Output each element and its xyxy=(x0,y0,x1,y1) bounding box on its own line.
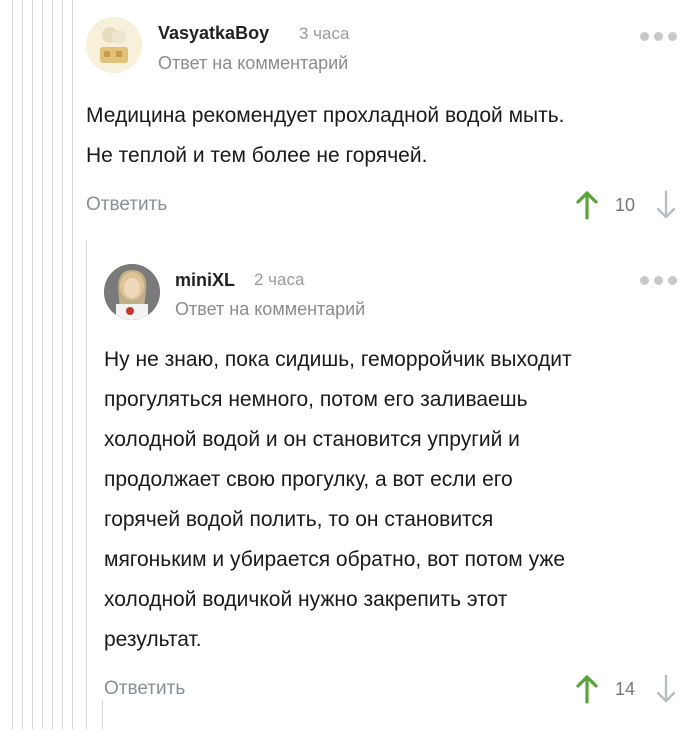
timestamp: 3 часа xyxy=(299,24,350,43)
comment-text: Медицина рекомендует прохладной водой мы… xyxy=(86,96,686,176)
downvote-arrow-icon[interactable] xyxy=(655,674,677,704)
reply-to-prefix: Ответ на xyxy=(175,299,250,319)
comment-text-line: продолжает свою прогулку, а вот если его xyxy=(104,468,513,491)
username[interactable]: miniXL xyxy=(175,270,235,291)
comment-text-line: Медицина рекомендует прохладной водой мы… xyxy=(86,104,565,127)
comment-text-line: прогуляться немного, потом его заливаешь xyxy=(104,388,528,411)
reply-to-prefix: Ответ на xyxy=(158,53,233,73)
timestamp: 2 часа xyxy=(254,270,305,289)
comment-text-line: Не теплой и тем более не горячей. xyxy=(86,144,428,167)
reply-to-link[interactable]: комментарий xyxy=(237,53,348,73)
comment-text: Ну не знаю, пока сидишь, геморройчик вых… xyxy=(104,340,689,660)
username[interactable]: VasyatkaBoy xyxy=(158,23,269,44)
comment-text-line: Ну не знаю, пока сидишь, геморройчик вых… xyxy=(104,348,572,371)
comment-text-line: горячей водой полить, то он становится xyxy=(104,508,494,531)
upvote-arrow-icon[interactable] xyxy=(576,674,598,704)
more-icon[interactable] xyxy=(640,274,680,286)
comment: miniXL 2 часа Ответ на комментарий Ну не… xyxy=(0,240,700,720)
reply-to-link[interactable]: комментарий xyxy=(254,299,365,319)
comment-text-line: холодной водой и он становится упругий и xyxy=(104,428,520,451)
avatar[interactable] xyxy=(104,264,160,320)
avatar-image xyxy=(104,264,160,320)
more-icon[interactable] xyxy=(640,30,680,42)
comment-text-line: результат. xyxy=(104,628,202,651)
reply-to: Ответ на комментарий xyxy=(158,53,348,74)
comment-text-line: мягоньким и убирается обратно, вот потом… xyxy=(104,548,566,571)
avatar[interactable] xyxy=(86,17,142,73)
score: 14 xyxy=(615,679,636,699)
upvote-arrow-icon[interactable] xyxy=(576,190,598,220)
reply-to: Ответ на комментарий xyxy=(175,299,365,320)
score: 10 xyxy=(615,195,636,215)
comment-text-line: холодной водичкой нужно закрепить этот xyxy=(104,588,508,611)
reply-button[interactable]: Ответить xyxy=(86,194,167,216)
reply-button[interactable]: Ответить xyxy=(104,678,185,700)
avatar-image xyxy=(86,17,142,73)
downvote-arrow-icon[interactable] xyxy=(655,190,677,220)
comment: VasyatkaBoy 3 часа Ответ на комментарий … xyxy=(0,0,700,230)
